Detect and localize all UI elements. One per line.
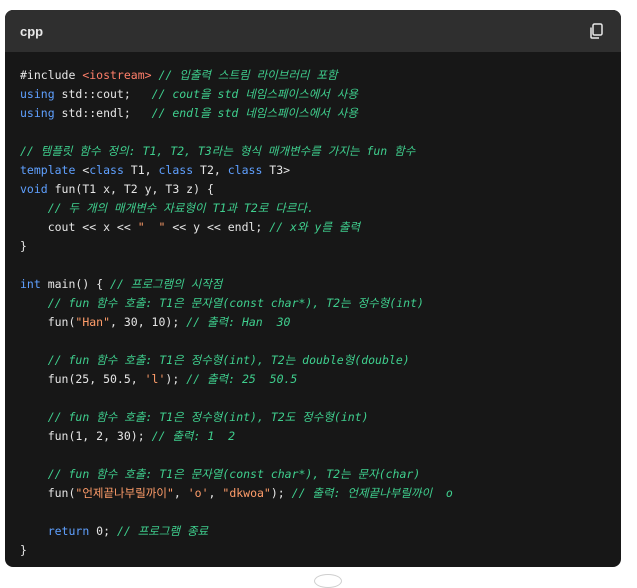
code-token-cm: // 출력: 언제끝나부릴까이 o: [291, 486, 453, 500]
code-line: // fun 함수 호출: T1은 정수형(int), T2도 정수형(int): [20, 408, 621, 427]
copy-button[interactable]: [587, 22, 605, 40]
code-token-str: " ": [137, 220, 166, 234]
scroll-down-indicator[interactable]: [314, 574, 342, 588]
code-token-kw: class: [227, 163, 263, 177]
code-token-plain: ,: [173, 486, 188, 500]
code-token-cm: // 입출력 스트림 라이브러리 포함: [151, 68, 338, 82]
code-line: int main() { // 프로그램의 시작점: [20, 275, 621, 294]
code-line: void fun(T1 x, T2 y, T3 z) {: [20, 180, 621, 199]
code-line: // 두 개의 매개변수 자료형이 T1과 T2로 다르다.: [20, 199, 621, 218]
code-line: fun("Han", 30, 10); // 출력: Han 30: [20, 313, 621, 332]
code-token-str: "언제끝나부릴까이": [75, 486, 174, 500]
language-label: cpp: [20, 23, 44, 39]
code-line: return 0; // 프로그램 종료: [20, 522, 621, 541]
code-token-plain: T1,: [123, 163, 159, 177]
code-token-str: "dkwoa": [222, 486, 271, 500]
code-token-plain: T2,: [193, 163, 228, 177]
code-token-kw: class: [158, 163, 194, 177]
code-token-cm: // fun 함수 호출: T1은 문자열(const char*), T2는 …: [47, 467, 421, 481]
code-line: // fun 함수 호출: T1은 문자열(const char*), T2는 …: [20, 294, 621, 313]
code-token-cm: // 출력: 1 2: [151, 429, 236, 443]
code-token-kw: void: [20, 182, 48, 196]
code-token-plain: T3>: [262, 163, 291, 177]
code-token-cm: // 출력: Han 30: [186, 315, 291, 329]
code-token-cm: // 출력: 25 50.5: [186, 372, 298, 386]
code-token-plain: main() {: [40, 277, 111, 291]
code-line: fun("언제끝나부릴까이", 'o', "dkwoa"); // 출력: 언제…: [20, 484, 621, 503]
code-token-str: "Han": [75, 315, 111, 329]
code-token-cm: // fun 함수 호출: T1은 정수형(int), T2도 정수형(int): [47, 410, 369, 424]
code-token-str: 'l': [144, 372, 166, 386]
code-token-cm: // 두 개의 매개변수 자료형이 T1과 T2로 다르다.: [47, 201, 314, 215]
code-line: using std::endl; // endl을 std 네임스페이스에서 사…: [20, 104, 621, 123]
code-token-kw: return: [47, 524, 90, 538]
code-token-plain: fun(: [20, 486, 76, 500]
code-token-cm: // fun 함수 호출: T1은 정수형(int), T2는 double형(…: [47, 353, 410, 367]
code-block: cpp #include <iostream> // 입출력 스트림 라이브러리…: [5, 10, 621, 567]
code-token-plain: std::cout;: [54, 87, 152, 101]
code-token-cm: // 프로그램 종료: [116, 524, 209, 538]
code-line: cout << x << " " << y << endl; // x와 y를 …: [20, 218, 621, 237]
code-token-plain: 0;: [89, 524, 117, 538]
code-line: template <class T1, class T2, class T3>: [20, 161, 621, 180]
code-token-kw: int: [20, 277, 41, 291]
code-token-plain: );: [270, 486, 292, 500]
code-token-kw: template: [20, 163, 76, 177]
code-line: // 템플릿 함수 정의: T1, T2, T3라는 형식 매개변수를 가지는 …: [20, 142, 621, 161]
code-token-cm: // 프로그램의 시작점: [110, 277, 223, 291]
code-line: fun(1, 2, 30); // 출력: 1 2: [20, 427, 621, 446]
code-token-plain: }: [20, 543, 27, 557]
code-content: #include <iostream> // 입출력 스트림 라이브러리 포함 u…: [5, 52, 621, 560]
code-token-cm: // 템플릿 함수 정의: T1, T2, T3라는 형식 매개변수를 가지는 …: [20, 144, 416, 158]
code-token-kw: using: [20, 106, 55, 120]
code-token-cm: // x와 y를 출력: [269, 220, 361, 234]
code-token-plain: std::endl;: [54, 106, 152, 120]
code-token-plain: , 30, 10);: [110, 315, 187, 329]
code-token-plain: #include: [20, 68, 83, 82]
code-token-plain: <: [75, 163, 90, 177]
code-token-plain: fun(T1 x, T2 y, T3 z) {: [47, 182, 214, 196]
code-line: // fun 함수 호출: T1은 문자열(const char*), T2는 …: [20, 465, 621, 484]
code-token-plain: fun(25, 50.5,: [20, 372, 145, 386]
code-token-cm: // cout을 std 네임스페이스에서 사용: [151, 87, 358, 101]
code-block-header: cpp: [5, 10, 621, 52]
code-token-plain: fun(1, 2, 30);: [20, 429, 152, 443]
code-token-plain: ,: [208, 486, 223, 500]
code-line: using std::cout; // cout을 std 네임스페이스에서 사…: [20, 85, 621, 104]
code-token-cm: // fun 함수 호출: T1은 문자열(const char*), T2는 …: [47, 296, 424, 310]
code-token-plain: << y << endl;: [165, 220, 270, 234]
code-token-plain: fun(: [20, 315, 76, 329]
code-line: }: [20, 541, 621, 560]
code-token-plain: cout << x <<: [20, 220, 138, 234]
copy-icon: [590, 23, 603, 39]
code-token-kw: using: [20, 87, 55, 101]
code-token-plain: }: [20, 239, 27, 253]
code-token-plain: );: [165, 372, 187, 386]
code-token-str: 'o': [187, 486, 209, 500]
code-token-cm: // endl을 std 네임스페이스에서 사용: [151, 106, 358, 120]
code-token-inc: <iostream>: [82, 68, 152, 82]
code-line: #include <iostream> // 입출력 스트림 라이브러리 포함: [20, 66, 621, 85]
code-line: // fun 함수 호출: T1은 정수형(int), T2는 double형(…: [20, 351, 621, 370]
code-line: }: [20, 237, 621, 256]
code-token-kw: class: [89, 163, 124, 177]
code-line: fun(25, 50.5, 'l'); // 출력: 25 50.5: [20, 370, 621, 389]
